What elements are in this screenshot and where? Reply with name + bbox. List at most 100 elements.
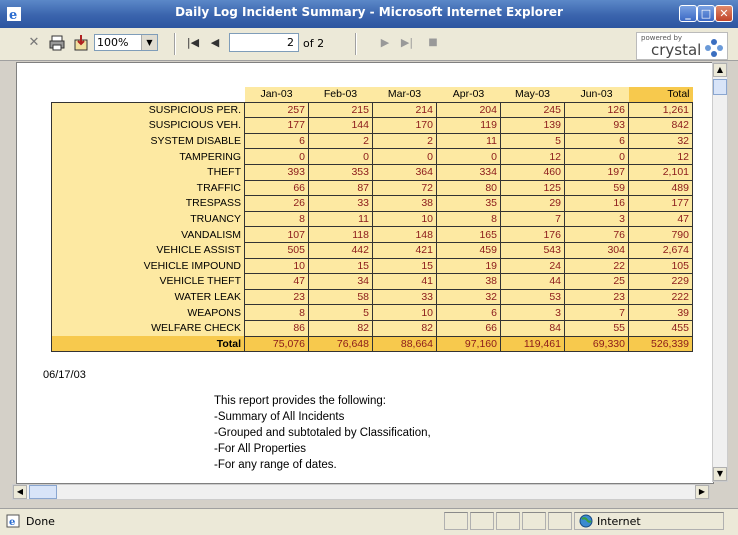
table-cell: 118 <box>308 226 373 243</box>
table-cell: 505 <box>244 242 309 259</box>
table-row: WEAPONS 8 5 10 6 3 7 39 <box>51 304 693 321</box>
table-cell: 2,101 <box>628 164 693 181</box>
row-label: SUSPICIOUS PER. <box>51 102 245 118</box>
stop-icon[interactable]: ■ <box>424 34 442 52</box>
table-row: TAMPERING 0 0 0 0 12 0 12 <box>51 148 693 165</box>
zoom-select[interactable]: 100% ▼ <box>94 34 158 51</box>
scroll-right-icon[interactable]: ▶ <box>695 485 709 499</box>
column-header: Feb-03 <box>308 87 373 103</box>
row-label: SYSTEM DISABLE <box>51 133 245 149</box>
row-label: WATER LEAK <box>51 289 245 305</box>
table-cell: 80 <box>436 180 501 197</box>
table-cell: 139 <box>500 117 565 134</box>
table-row: WELFARE CHECK 86 82 82 66 84 55 455 <box>51 320 693 337</box>
table-row: VEHICLE IMPOUND 10 15 15 19 24 22 105 <box>51 258 693 275</box>
table-cell: 53 <box>500 289 565 306</box>
table-cell: 177 <box>628 195 693 212</box>
toolbar-separator <box>174 33 176 55</box>
export-icon[interactable] <box>72 34 90 52</box>
print-icon[interactable] <box>48 34 66 52</box>
table-row: SUSPICIOUS VEH. 177 144 170 119 139 93 842 <box>51 117 693 134</box>
crystal-logo: powered by crystal <box>636 32 728 60</box>
description-line: -For All Properties <box>214 443 307 455</box>
table-cell: 16 <box>564 195 629 212</box>
table-cell: 11 <box>308 211 373 228</box>
scroll-left-icon[interactable]: ◀ <box>13 485 27 499</box>
table-cell: 543 <box>500 242 565 259</box>
table-cell: 0 <box>244 148 309 165</box>
last-page-icon[interactable]: ▶| <box>398 34 416 52</box>
table-cell: 93 <box>564 117 629 134</box>
row-label: VEHICLE IMPOUND <box>51 258 245 274</box>
table-cell: 7 <box>500 211 565 228</box>
report-description: This report provides the following: -Sum… <box>214 393 431 473</box>
table-cell: 197 <box>564 164 629 181</box>
table-cell: 32 <box>436 289 501 306</box>
description-line: -Grouped and subtotaled by Classificatio… <box>214 427 431 439</box>
row-label: WEAPONS <box>51 304 245 321</box>
total-cell: 97,160 <box>436 336 501 353</box>
table-row: THEFT 393 353 364 334 460 197 2,101 <box>51 164 693 181</box>
table-cell: 66 <box>244 180 309 197</box>
maximize-button[interactable]: □ <box>697 5 715 22</box>
total-cell: 76,648 <box>308 336 373 353</box>
chevron-down-icon[interactable]: ▼ <box>141 35 157 50</box>
total-label: Total <box>51 336 245 353</box>
header-corner <box>51 87 245 103</box>
table-cell: 8 <box>244 304 309 321</box>
row-label: TRAFFIC <box>51 180 245 196</box>
table-cell: 6 <box>244 133 309 150</box>
table-cell: 2,674 <box>628 242 693 259</box>
table-cell: 7 <box>564 304 629 321</box>
minimize-button[interactable]: _ <box>679 5 697 22</box>
zoom-value: 100% <box>97 36 129 49</box>
status-cell <box>548 512 572 530</box>
vertical-scrollbar[interactable]: ▲ ▼ <box>712 62 728 482</box>
total-cell: 119,461 <box>500 336 565 353</box>
table-cell: 33 <box>372 289 437 306</box>
table-cell: 24 <box>500 258 565 275</box>
table-cell: 214 <box>372 102 437 119</box>
row-label: THEFT <box>51 164 245 181</box>
table-cell: 86 <box>244 320 309 337</box>
table-cell: 353 <box>308 164 373 181</box>
scroll-thumb[interactable] <box>29 485 57 499</box>
table-cell: 6 <box>436 304 501 321</box>
column-header-total: Total <box>628 87 693 103</box>
page-number-input[interactable]: 2 <box>229 33 299 52</box>
table-header-row: Jan-03 Feb-03 Mar-03 Apr-03 May-03 Jun-0… <box>51 87 693 103</box>
table-cell: 84 <box>500 320 565 337</box>
first-page-icon[interactable]: |◀ <box>184 34 202 52</box>
description-line: -For any range of dates. <box>214 459 337 471</box>
table-cell: 59 <box>564 180 629 197</box>
previous-page-icon[interactable]: ◀ <box>206 34 224 52</box>
horizontal-scrollbar[interactable]: ◀ ▶ <box>12 484 710 500</box>
table-cell: 125 <box>500 180 565 197</box>
next-page-icon[interactable]: ▶ <box>376 34 394 52</box>
close-report-icon[interactable]: ✕ <box>25 34 43 52</box>
table-cell: 76 <box>564 226 629 243</box>
scroll-thumb[interactable] <box>713 79 727 95</box>
table-cell: 3 <box>564 211 629 228</box>
table-cell: 393 <box>244 164 309 181</box>
close-button[interactable]: ✕ <box>715 5 733 22</box>
table-cell: 459 <box>436 242 501 259</box>
status-bar: e Done Internet <box>0 508 738 535</box>
status-text: Done <box>26 515 55 528</box>
table-cell: 304 <box>564 242 629 259</box>
table-cell: 144 <box>308 117 373 134</box>
row-label: TRESPASS <box>51 195 245 212</box>
table-cell: 39 <box>628 304 693 321</box>
scroll-down-icon[interactable]: ▼ <box>713 467 727 481</box>
table-row: SYSTEM DISABLE 6 2 2 11 5 6 32 <box>51 133 693 150</box>
page-icon: e <box>6 514 20 528</box>
row-label: VEHICLE ASSIST <box>51 242 245 259</box>
scroll-up-icon[interactable]: ▲ <box>713 63 727 77</box>
table-cell: 455 <box>628 320 693 337</box>
table-cell: 10 <box>244 258 309 275</box>
table-cell: 0 <box>372 148 437 165</box>
table-row: WATER LEAK 23 58 33 32 53 23 222 <box>51 289 693 306</box>
table-cell: 204 <box>436 102 501 119</box>
table-cell: 82 <box>372 320 437 337</box>
table-cell: 3 <box>500 304 565 321</box>
